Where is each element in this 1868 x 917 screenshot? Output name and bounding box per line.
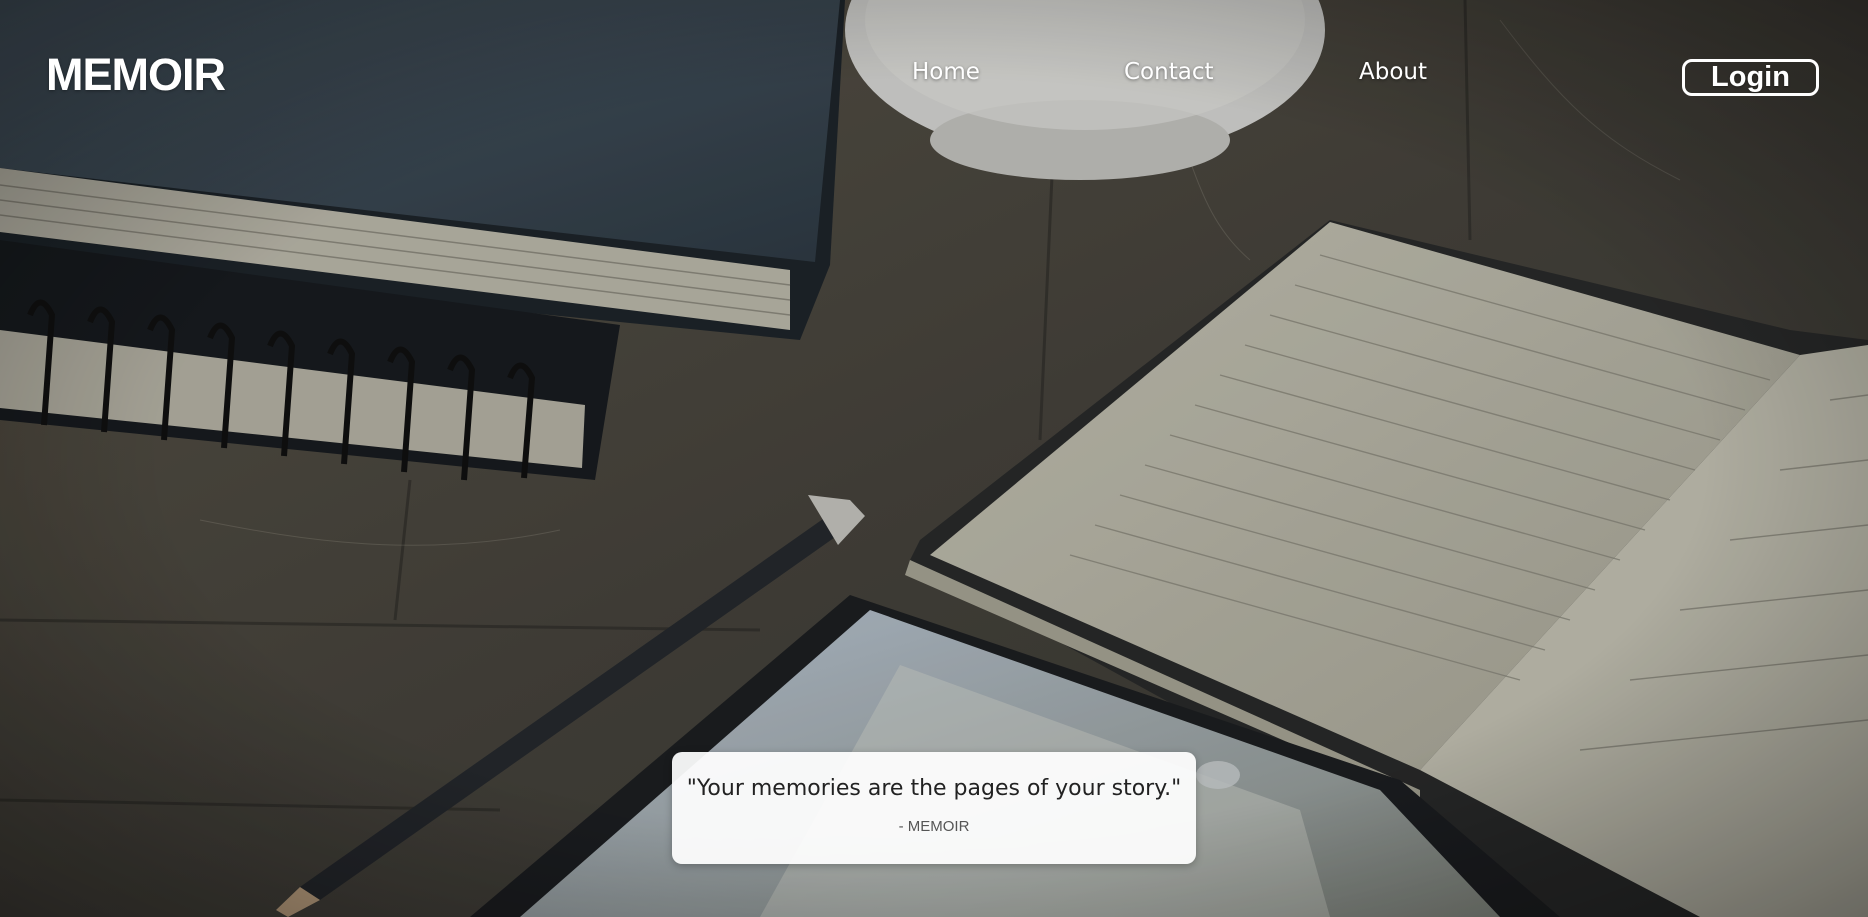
nav-about-link[interactable]: About [1359,59,1427,85]
login-button[interactable]: Login [1682,59,1819,96]
quote-attribution: - MEMOIR [898,818,970,835]
quote-card: "Your memories are the pages of your sto… [672,752,1196,864]
site-logo[interactable]: MEMOIR [46,52,226,97]
nav-contact-link[interactable]: Contact [1124,59,1213,85]
quote-text: "Your memories are the pages of your sto… [686,776,1182,801]
nav-home-link[interactable]: Home [912,59,980,85]
top-navbar: MEMOIR Home Contact About Login [0,0,1868,160]
hero-section: MEMOIR Home Contact About Login "Your me… [0,0,1868,917]
